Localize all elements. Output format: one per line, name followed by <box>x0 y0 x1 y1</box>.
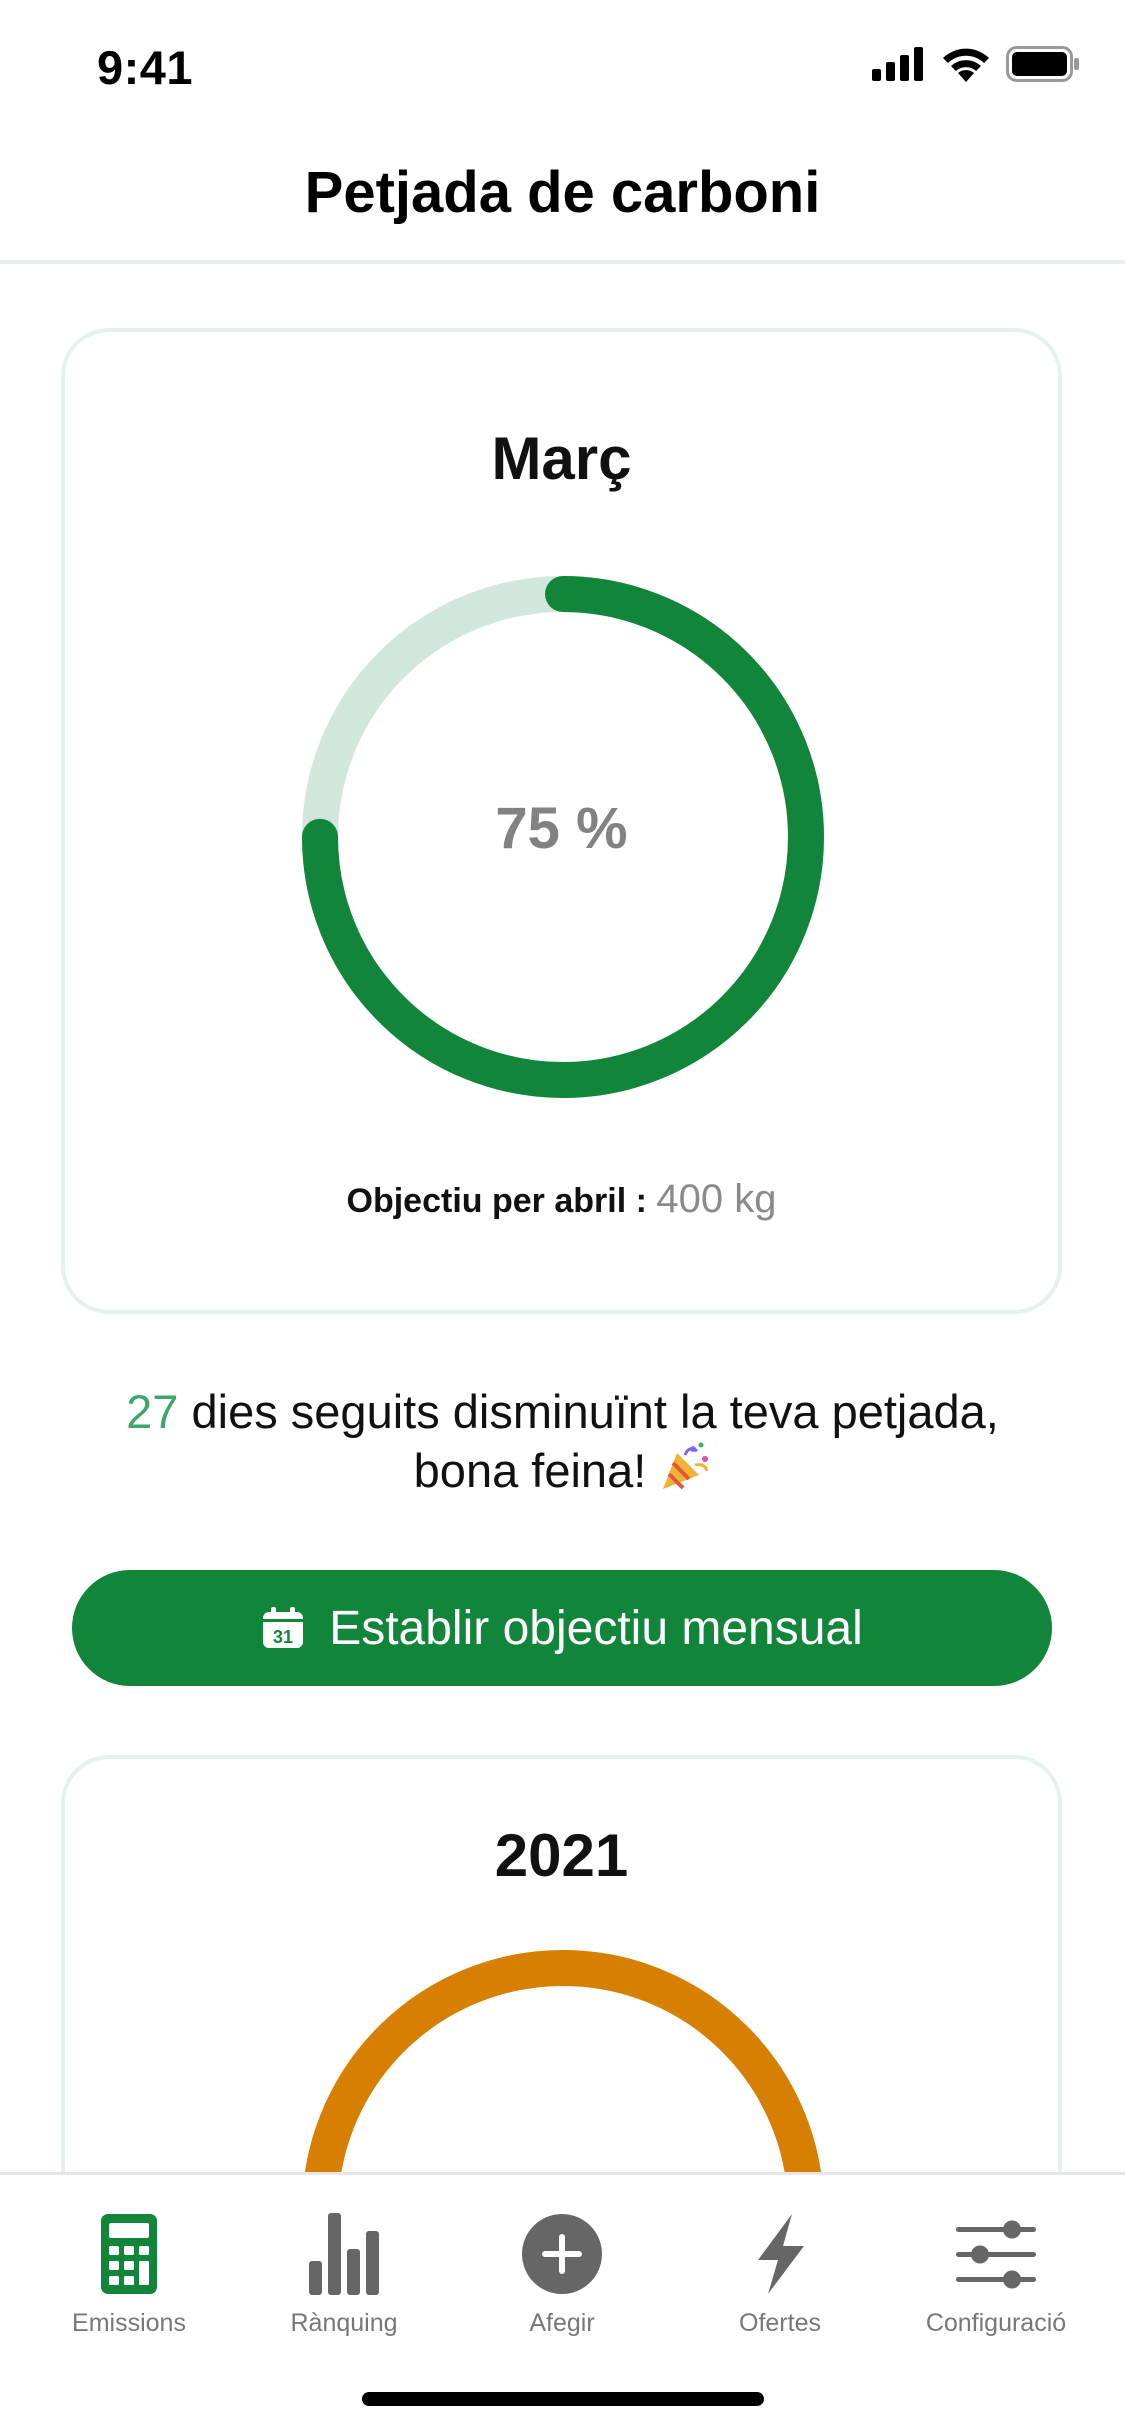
battery-icon <box>1006 46 1079 82</box>
goal-line: Objectiu per abril : 400 kg <box>65 1177 1058 1222</box>
cellular-signal-icon <box>872 47 923 81</box>
tab-emissions[interactable]: Emissions <box>29 2211 229 2338</box>
tab-ranking[interactable]: Rànquing <box>244 2211 444 2338</box>
status-time: 9:41 <box>97 41 194 94</box>
party-popper-icon <box>663 1442 709 1490</box>
monthly-progress-card: Març 75 % Objectiu per abril : 400 kg <box>61 328 1062 1314</box>
calendar-day-number: 31 <box>273 1627 293 1647</box>
goal-value: 400 kg <box>656 1177 777 1221</box>
status-icons <box>872 46 1080 82</box>
nav-header: Petjada de carboni <box>0 140 1125 264</box>
tab-label-offers: Ofertes <box>739 2309 821 2337</box>
calendar-icon: 31 <box>263 1607 304 1648</box>
sliders-icon <box>956 2220 1036 2289</box>
streak-text-line1: dies seguits disminuïnt la teva petjada, <box>178 1385 999 1438</box>
streak-message: 27 dies seguits disminuïnt la teva petja… <box>60 1383 1065 1500</box>
set-monthly-goal-label: Establir objectiu mensual <box>329 1601 863 1655</box>
plus-circle-icon <box>522 2214 602 2294</box>
tab-label-emissions: Emissions <box>72 2309 186 2337</box>
status-bar: 9:41 <box>0 0 1125 140</box>
set-monthly-goal-button[interactable]: 31 Establir objectiu mensual <box>72 1570 1052 1686</box>
bar-chart-icon <box>309 2213 379 2295</box>
tab-settings[interactable]: Configuració <box>896 2211 1096 2338</box>
tab-label-settings: Configuració <box>925 2309 1067 2337</box>
tab-label-ranking: Rànquing <box>290 2309 398 2337</box>
calculator-icon <box>101 2214 157 2294</box>
lightning-icon <box>758 2214 804 2294</box>
streak-count: 27 <box>126 1385 179 1438</box>
streak-text-line2: bona feina! <box>413 1444 647 1497</box>
tab-label-add: Afegir <box>529 2309 595 2337</box>
tab-add[interactable]: Afegir <box>462 2211 662 2338</box>
progress-percent-label: 75 % <box>495 796 628 861</box>
home-indicator <box>362 2392 764 2406</box>
wifi-icon <box>943 48 989 82</box>
page-title: Petjada de carboni <box>304 159 821 225</box>
app-screen: 9:41 Petjada de carboni Març 75 % Object… <box>0 0 1125 2436</box>
goal-label: Objectiu per abril : <box>346 1182 647 1220</box>
tab-offers[interactable]: Ofertes <box>680 2211 880 2338</box>
